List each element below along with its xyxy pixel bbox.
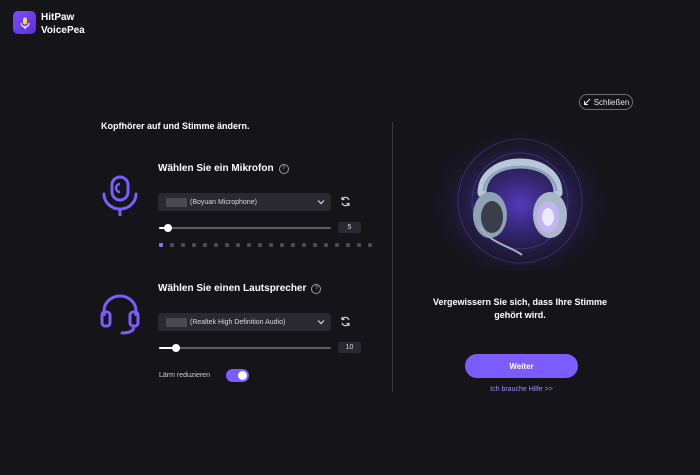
level-bar: [214, 243, 218, 247]
level-bar: [291, 243, 295, 247]
help-question-icon[interactable]: ?: [278, 163, 289, 174]
vertical-divider: [392, 122, 393, 392]
continue-button[interactable]: Weiter: [465, 354, 578, 378]
speaker-title-label: Wählen Sie einen Lautsprecher: [158, 283, 307, 294]
instruction-line2: gehört wird.: [494, 310, 546, 320]
level-bar: [313, 243, 317, 247]
level-bar: [324, 243, 328, 247]
level-bar: [236, 243, 240, 247]
help-link[interactable]: Ich brauche Hilfe >>: [465, 386, 578, 393]
app-logo: [13, 11, 36, 34]
help-question-icon[interactable]: ?: [311, 283, 322, 294]
level-bar: [302, 243, 306, 247]
microphone-volume-value: 5: [338, 222, 361, 233]
speaker-volume-slider[interactable]: [159, 344, 331, 352]
instruction-line1: Vergewissern Sie sich, dass Ihre Stimme: [432, 297, 608, 307]
level-bar: [258, 243, 262, 247]
microphone-select-value: (Boyuan Microphone): [190, 198, 257, 206]
level-bar: [225, 243, 229, 247]
speaker-volume-thumb[interactable]: [172, 344, 181, 352]
level-bar: [346, 243, 350, 247]
app-name-line1: HitPaw: [41, 12, 75, 23]
device-name-redacted: [166, 317, 187, 327]
level-bar: [181, 243, 185, 247]
close-button[interactable]: Schließen: [579, 94, 633, 110]
noise-reduction-toggle[interactable]: [226, 369, 249, 382]
device-name-redacted: [166, 197, 187, 207]
microphone-volume-thumb[interactable]: [163, 224, 172, 232]
speaker-section-title: Wählen Sie einen Lautsprecher ?: [158, 283, 322, 294]
microphone-section-title: Wählen Sie ein Mikrofon ?: [158, 163, 289, 174]
microphone-logo-icon: [19, 17, 30, 29]
level-bar: [159, 243, 163, 247]
noise-reduction-label: Lärm reduzieren: [159, 372, 210, 379]
headset-icon: [100, 294, 140, 335]
chevron-down-icon: [317, 320, 325, 325]
level-bar: [280, 243, 284, 247]
speaker-select[interactable]: (Realtek High Definition Audio): [158, 313, 331, 331]
level-bar: [368, 243, 372, 247]
microphone-refresh-icon[interactable]: [340, 196, 351, 207]
page-heading: Kopfhörer auf und Stimme ändern.: [101, 121, 250, 131]
speaker-select-value: (Realtek High Definition Audio): [190, 318, 286, 326]
level-bar: [203, 243, 207, 247]
speaker-refresh-icon[interactable]: [340, 316, 351, 327]
microphone-icon: [102, 175, 138, 216]
level-bar: [335, 243, 339, 247]
level-bar: [192, 243, 196, 247]
app-name: HitPaw VoicePea: [41, 11, 85, 37]
close-button-label: Schließen: [593, 97, 630, 107]
collapse-arrow-icon: [583, 98, 591, 105]
speaker-volume-value: 10: [338, 342, 361, 353]
level-bar: [357, 243, 361, 247]
headphones-illustration: [432, 123, 608, 271]
microphone-title-label: Wählen Sie ein Mikrofon: [158, 163, 274, 174]
microphone-level-meter: [159, 243, 372, 247]
chevron-down-icon: [317, 200, 325, 205]
level-bar: [269, 243, 273, 247]
instruction-text: Vergewissern Sie sich, dass Ihre Stimme …: [420, 296, 620, 322]
microphone-volume-slider[interactable]: [159, 224, 331, 232]
microphone-select[interactable]: (Boyuan Microphone): [158, 193, 331, 211]
level-bar: [170, 243, 174, 247]
level-bar: [247, 243, 251, 247]
app-name-line2: VoicePea: [41, 25, 85, 36]
